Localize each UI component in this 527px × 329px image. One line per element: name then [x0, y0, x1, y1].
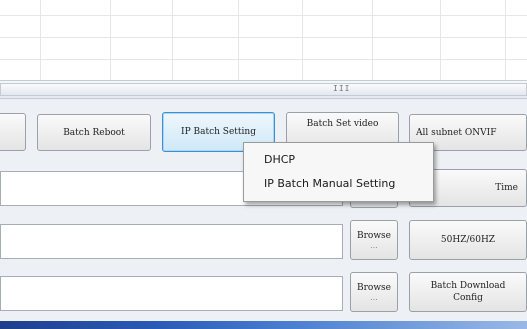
- menu-item-dhcp[interactable]: DHCP: [244, 149, 433, 171]
- grid-line: [0, 15, 527, 16]
- grid-line: [372, 0, 373, 80]
- batch-set-video-label: Batch Set video: [306, 119, 379, 129]
- grid-line: [440, 0, 441, 80]
- menu-item-ip-batch-manual-setting[interactable]: IP Batch Manual Setting: [244, 173, 433, 195]
- batch-reboot-label: Batch Reboot: [63, 127, 125, 138]
- taskbar-strip: [0, 321, 527, 329]
- hidden-left-button[interactable]: [0, 113, 26, 151]
- time-label: Time: [495, 183, 518, 193]
- grid-line: [302, 0, 303, 80]
- browse-button-2[interactable]: Browse ...: [350, 272, 398, 312]
- scrollbar-thumb[interactable]: [0, 83, 527, 96]
- path-field-2[interactable]: [0, 224, 343, 259]
- grid-line: [172, 0, 173, 80]
- frequency-button[interactable]: 50HZ/60HZ: [409, 220, 527, 260]
- scrollbar-grip: III: [333, 84, 351, 93]
- device-list-grid: [0, 0, 527, 80]
- grid-line: [40, 0, 41, 80]
- batch-download-config-button[interactable]: Batch Download Config: [409, 272, 527, 312]
- ip-batch-setting-label: IP Batch Setting: [181, 127, 256, 137]
- grid-line: [0, 59, 527, 60]
- grid-line: [238, 0, 239, 80]
- batch-reboot-button[interactable]: Batch Reboot: [37, 114, 151, 151]
- horizontal-scrollbar[interactable]: III: [0, 80, 527, 99]
- batch-download-config-label: Batch Download Config: [430, 281, 506, 303]
- grid-line: [110, 0, 111, 80]
- grid-line: [0, 37, 527, 38]
- all-subnet-onvif-label: All subnet ONVIF: [416, 127, 497, 138]
- path-field-3[interactable]: [0, 276, 343, 311]
- browse-ellipsis: ...: [370, 241, 378, 250]
- frequency-label: 50HZ/60HZ: [440, 235, 496, 245]
- grid-line: [505, 0, 506, 80]
- browse-button-1[interactable]: Browse ...: [350, 220, 398, 260]
- browse-ellipsis: ...: [370, 293, 378, 302]
- ip-batch-context-menu: DHCP IP Batch Manual Setting: [243, 142, 434, 202]
